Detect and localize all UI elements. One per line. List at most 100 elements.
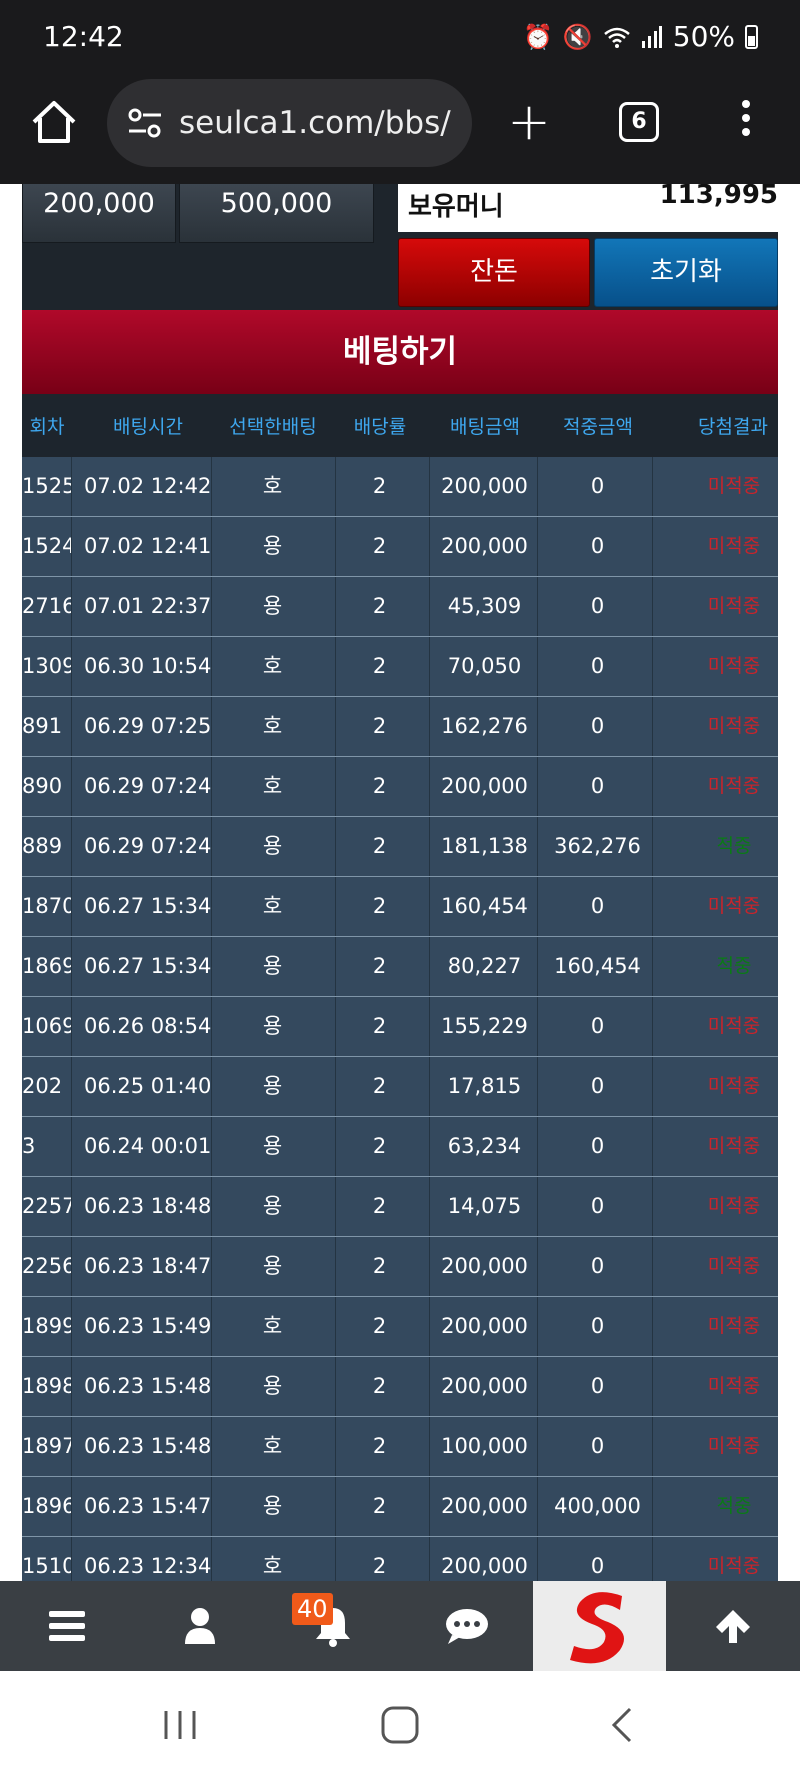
bet-time-cell: 06.23 15:47	[84, 1477, 212, 1536]
bet-time-cell: 06.23 12:34	[84, 1537, 212, 1581]
table-row: 1869 06.27 15:34 용 2 80,227 160,454 적중	[22, 937, 778, 997]
round-cell: 1309	[22, 637, 72, 696]
odds-cell: 2	[330, 517, 430, 576]
bet-amount-cell: 200,000	[432, 1477, 538, 1536]
system-home-icon[interactable]	[378, 1703, 422, 1747]
chip-200000-button[interactable]: 200,000	[22, 184, 176, 243]
tab-switcher-button[interactable]: 6	[619, 102, 659, 142]
win-amount-cell: 0	[543, 877, 653, 936]
browser-toolbar: seulca1.com/bbs/ + 6	[0, 74, 800, 184]
win-amount-cell: 0	[543, 1537, 653, 1581]
win-amount-cell: 400,000	[543, 1477, 653, 1536]
win-amount-cell: 0	[543, 1117, 653, 1176]
home-icon[interactable]	[28, 96, 80, 148]
bet-amount-cell: 200,000	[432, 1357, 538, 1416]
balance-label: 보유머니	[408, 192, 504, 222]
round-cell: 2256	[22, 1237, 72, 1296]
status-time: 12:42	[43, 20, 124, 53]
chip-500000-button[interactable]: 500,000	[179, 184, 374, 243]
site-logo[interactable]	[533, 1581, 666, 1671]
odds-cell: 2	[330, 1357, 430, 1416]
reset-button[interactable]: 초기화	[594, 238, 778, 307]
odds-cell: 2	[330, 1537, 430, 1581]
round-cell: 1898	[22, 1357, 72, 1416]
selection-cell: 용	[210, 577, 336, 636]
result-cell: 미적중	[707, 595, 761, 617]
bet-time-cell: 06.24 00:01	[84, 1117, 212, 1176]
win-amount-cell: 0	[543, 637, 653, 696]
odds-cell: 2	[330, 757, 430, 816]
round-cell: 2257	[22, 1177, 72, 1236]
bet-history-table: 1525 07.02 12:42 호 2 200,000 0 미적중 1524 07.02 12…	[22, 457, 778, 1581]
round-cell: 1896	[22, 1477, 72, 1536]
table-row: 891 06.29 07:25 호 2 162,276 0 미적중	[22, 697, 778, 757]
result-cell: 적중	[716, 955, 752, 977]
bet-time-cell: 06.26 08:54	[84, 997, 212, 1056]
change-button[interactable]: 잔돈	[398, 238, 590, 307]
odds-cell: 2	[330, 1297, 430, 1356]
result-cell: 미적중	[707, 1075, 761, 1097]
bet-amount-cell: 200,000	[432, 1537, 538, 1581]
bet-amount-cell: 45,309	[432, 577, 538, 636]
result-cell: 미적중	[707, 1195, 761, 1217]
balance-box: 보유머니 113,995	[398, 184, 778, 232]
table-row: 3 06.24 00:01 용 2 63,234 0 미적중	[22, 1117, 778, 1177]
more-menu-icon[interactable]	[740, 100, 752, 144]
url-text: seulca1.com/bbs/	[179, 105, 451, 141]
chat-icon[interactable]	[400, 1581, 533, 1671]
selection-cell: 호	[210, 877, 336, 936]
selection-cell: 용	[210, 997, 336, 1056]
result-cell: 적중	[716, 835, 752, 857]
result-cell: 미적중	[707, 1255, 761, 1277]
user-icon[interactable]	[133, 1581, 266, 1671]
odds-cell: 2	[330, 937, 430, 996]
address-bar[interactable]: seulca1.com/bbs/	[107, 79, 472, 167]
win-amount-cell: 0	[543, 1417, 653, 1476]
bet-time-cell: 06.29 07:25	[84, 697, 212, 756]
win-amount-cell: 0	[543, 1297, 653, 1356]
bet-panel: 200,000 500,000 보유머니 113,995 잔돈 초기화 베팅하기…	[22, 184, 778, 1581]
place-bet-button[interactable]: 베팅하기	[22, 310, 778, 394]
bet-amount-cell: 155,229	[432, 997, 538, 1056]
bet-amount-cell: 200,000	[432, 1297, 538, 1356]
round-cell: 889	[22, 817, 72, 876]
win-amount-cell: 0	[543, 517, 653, 576]
table-row: 1898 06.23 15:48 용 2 200,000 0 미적중	[22, 1357, 778, 1417]
bet-amount-cell: 100,000	[432, 1417, 538, 1476]
round-cell: 1897	[22, 1417, 72, 1476]
odds-cell: 2	[330, 637, 430, 696]
recents-icon[interactable]	[160, 1703, 204, 1747]
result-cell: 미적중	[707, 1015, 761, 1037]
round-cell: 1510	[22, 1537, 72, 1581]
arrow-up-icon[interactable]	[666, 1581, 799, 1671]
win-amount-cell: 0	[543, 1177, 653, 1236]
selection-cell: 용	[210, 817, 336, 876]
result-cell: 미적중	[707, 1555, 761, 1577]
battery-icon	[745, 24, 758, 49]
site-settings-icon[interactable]	[125, 103, 165, 143]
bottom-nav: 40	[0, 1581, 800, 1671]
odds-cell: 2	[330, 577, 430, 636]
table-row: 1525 07.02 12:42 호 2 200,000 0 미적중	[22, 457, 778, 517]
selection-cell: 호	[210, 1297, 336, 1356]
result-cell: 적중	[716, 1495, 752, 1517]
win-amount-cell: 362,276	[543, 817, 653, 876]
result-cell: 미적중	[707, 535, 761, 557]
selection-cell: 용	[210, 517, 336, 576]
win-amount-cell: 0	[543, 997, 653, 1056]
new-tab-icon[interactable]: +	[506, 96, 552, 148]
bet-time-cell: 07.01 22:37	[84, 577, 212, 636]
bet-time-cell: 06.29 07:24	[84, 757, 212, 816]
menu-icon[interactable]	[0, 1581, 133, 1671]
alarm-icon: ⏰	[522, 22, 553, 51]
table-row: 1069 06.26 08:54 용 2 155,229 0 미적중	[22, 997, 778, 1057]
bet-time-cell: 06.27 15:34	[84, 877, 212, 936]
back-icon[interactable]	[602, 1703, 646, 1747]
round-cell: 1524	[22, 517, 72, 576]
selection-cell: 용	[210, 1237, 336, 1296]
bet-amount-cell: 200,000	[432, 1237, 538, 1296]
odds-cell: 2	[330, 1117, 430, 1176]
bet-amount-cell: 162,276	[432, 697, 538, 756]
bet-amount-cell: 200,000	[432, 517, 538, 576]
round-cell: 202	[22, 1057, 72, 1116]
